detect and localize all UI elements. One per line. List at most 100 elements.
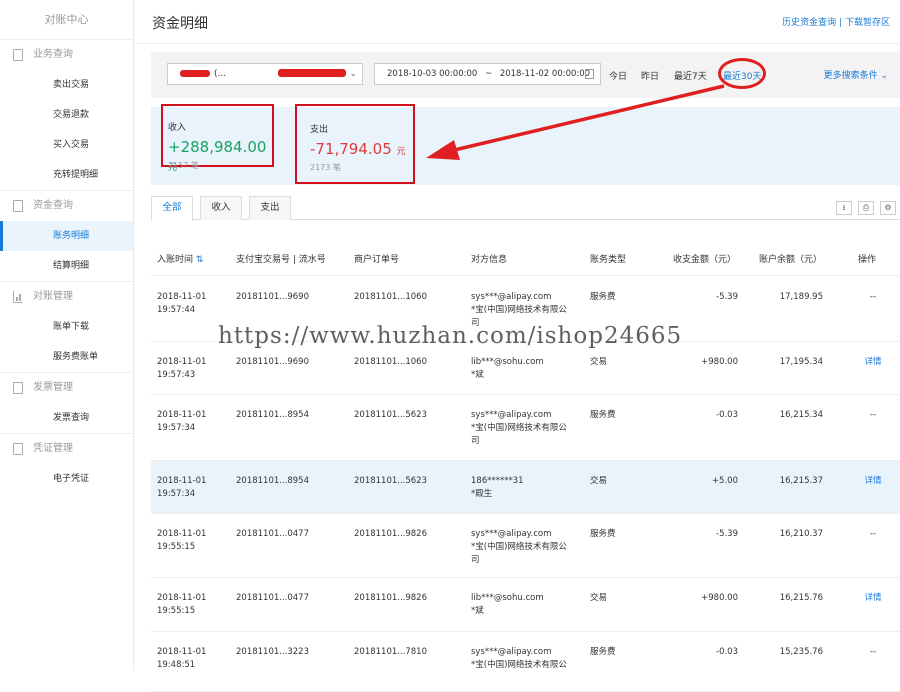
expense-label: 支出: [310, 125, 329, 135]
col-amount: 收支金额（元）: [673, 255, 737, 265]
sidebar-group-header[interactable]: 凭证管理: [0, 434, 133, 464]
document-icon: [13, 49, 23, 61]
cell-party2: *宝(中国)网络技术有限公: [471, 542, 567, 552]
redaction-mark: [278, 69, 346, 77]
details-link[interactable]: 详情: [853, 356, 893, 368]
sidebar-item-purchases[interactable]: 买入交易: [0, 130, 133, 160]
cell-trade-no: 20181101...9690: [236, 292, 310, 302]
sidebar-group-business: 业务查询 卖出交易 交易退款 买入交易 充转提明细: [0, 40, 133, 191]
more-search-conditions[interactable]: 更多搜索条件 ⌄: [824, 68, 888, 81]
document-icon: [13, 200, 23, 212]
tabs-bar: 全部 收入 支出: [151, 196, 900, 221]
table-row: 2018-11-01 19:57:43 20181101...9690 2018110…: [151, 342, 900, 395]
sidebar-group-header[interactable]: 业务查询: [0, 40, 133, 70]
cell-time: 19:57:43: [157, 370, 196, 380]
income-count: 2157 笔: [168, 161, 199, 170]
income-label: 收入: [168, 123, 187, 133]
account-select[interactable]: (... ⌄: [167, 63, 363, 85]
date-start: 2018-10-03 00:00:00: [387, 69, 478, 79]
cell-type: 交易: [590, 593, 608, 603]
sidebar-item-bill-download[interactable]: 账单下载: [0, 312, 133, 342]
expense-amount-value: -71,794.05: [310, 140, 392, 158]
sidebar-group-header[interactable]: 对账管理: [0, 282, 133, 312]
details-link[interactable]: 详情: [853, 592, 893, 604]
sidebar-group-invoice: 发票管理 发票查询: [0, 373, 133, 434]
cell-type: 交易: [590, 476, 608, 486]
history-funds-link[interactable]: 历史资金查询: [782, 18, 836, 28]
sidebar-item-transfers[interactable]: 充转提明细: [0, 160, 133, 190]
cell-party1: sys***@alipay.com: [471, 410, 552, 420]
tab-all[interactable]: 全部: [151, 196, 193, 221]
cell-time: 19:57:44: [157, 305, 196, 315]
sidebar-group-voucher: 凭证管理 电子凭证: [0, 434, 133, 494]
gear-icon[interactable]: ⚙: [880, 201, 896, 215]
watermark: https://www.huzhan.com/ishop24665: [218, 323, 683, 349]
cell-balance: 17,195.34: [779, 357, 823, 367]
col-order-no: 商户订单号: [354, 255, 400, 265]
print-icon[interactable]: ⎙: [858, 201, 874, 215]
cell-party2: *宝(中国)网络技术有限公: [471, 660, 567, 670]
no-action: --: [869, 292, 877, 302]
col-trade-no: 支付宝交易号 | 流水号: [236, 255, 326, 265]
cell-order-no: 20181101...1060: [354, 357, 428, 367]
download-icon[interactable]: ⭳: [836, 201, 852, 215]
sidebar: 对账中心 业务查询 卖出交易 交易退款 买入交易 充转提明细 资金查询 账务明细…: [0, 0, 134, 671]
main-panel: 资金明细 历史资金查询 | 下载暂存区 (... ⌄ 2018-10-03 00…: [134, 0, 900, 692]
expense-count: 2173 笔: [310, 163, 341, 172]
sidebar-item-sales[interactable]: 卖出交易: [0, 70, 133, 100]
sidebar-group-header[interactable]: 发票管理: [0, 373, 133, 403]
cell-amount: -0.03: [716, 647, 738, 657]
cell-party1: lib***@sohu.com: [471, 357, 544, 367]
sidebar-item-refunds[interactable]: 交易退款: [0, 100, 133, 130]
sidebar-group-label: 凭证管理: [33, 443, 73, 454]
col-type: 账务类型: [590, 255, 627, 265]
income-amount-value: +288,984.00: [168, 138, 267, 156]
link-separator: |: [839, 18, 843, 28]
cell-time: 19:57:34: [157, 423, 196, 433]
no-action: --: [869, 410, 877, 420]
date-separator: ~: [484, 69, 493, 79]
cell-party2: *宝(中国)网络技术有限公: [471, 305, 567, 315]
cell-time: 19:57:34: [157, 489, 196, 499]
cell-party2: *斌: [471, 370, 484, 380]
expense-unit: 元: [396, 147, 406, 157]
cell-type: 交易: [590, 357, 608, 367]
arrow-shaft: [445, 84, 725, 154]
expense-box: 支出 -71,794.05 元 2173 笔: [295, 104, 415, 184]
details-link[interactable]: 详情: [853, 475, 893, 487]
sidebar-group-label: 发票管理: [33, 382, 73, 393]
cell-party3: 司: [471, 555, 480, 565]
col-time[interactable]: 入账时间 ⇅: [157, 252, 203, 265]
sidebar-item-fee-bill[interactable]: 服务费账单: [0, 342, 133, 372]
cell-type: 服务费: [590, 410, 616, 420]
cell-trade-no: 20181101...8954: [236, 410, 310, 420]
page-title: 资金明细: [152, 16, 208, 32]
sidebar-item-e-voucher[interactable]: 电子凭证: [0, 464, 133, 494]
expense-amount: -71,794.05 元: [310, 140, 406, 158]
sidebar-group-label: 业务查询: [33, 49, 73, 60]
cell-party2: *宝(中国)网络技术有限公: [471, 423, 567, 433]
sidebar-item-invoice-query[interactable]: 发票查询: [0, 403, 133, 433]
account-select-value: (...: [214, 69, 227, 79]
sidebar-item-account-details[interactable]: 账务明细: [0, 221, 133, 251]
sort-icon[interactable]: ⇅: [196, 255, 204, 265]
cell-balance: 16,215.37: [779, 476, 823, 486]
calendar-icon[interactable]: [585, 69, 594, 79]
cell-amount: -5.39: [716, 529, 738, 539]
cell-date: 2018-11-01: [157, 357, 207, 367]
sidebar-item-settlement[interactable]: 结算明细: [0, 251, 133, 281]
cell-date: 2018-11-01: [157, 593, 207, 603]
table-header: 入账时间 ⇅ 支付宝交易号 | 流水号 商户订单号 对方信息 账务类型 收支金额…: [151, 240, 900, 276]
tab-income[interactable]: 收入: [200, 196, 242, 220]
tab-expense[interactable]: 支出: [249, 196, 291, 220]
cell-amount: -0.03: [716, 410, 738, 420]
no-action: --: [869, 529, 877, 539]
invoice-icon: [13, 382, 23, 394]
table-row: 2018-11-01 19:57:34 20181101...8954 2018110…: [151, 461, 900, 514]
sidebar-group-header[interactable]: 资金查询: [0, 191, 133, 221]
download-storage-link[interactable]: 下载暂存区: [845, 18, 890, 28]
sidebar-title: 对账中心: [0, 0, 133, 40]
cell-party1: sys***@alipay.com: [471, 292, 552, 302]
cell-party1: sys***@alipay.com: [471, 529, 552, 539]
sidebar-group-label: 对账管理: [33, 291, 73, 302]
